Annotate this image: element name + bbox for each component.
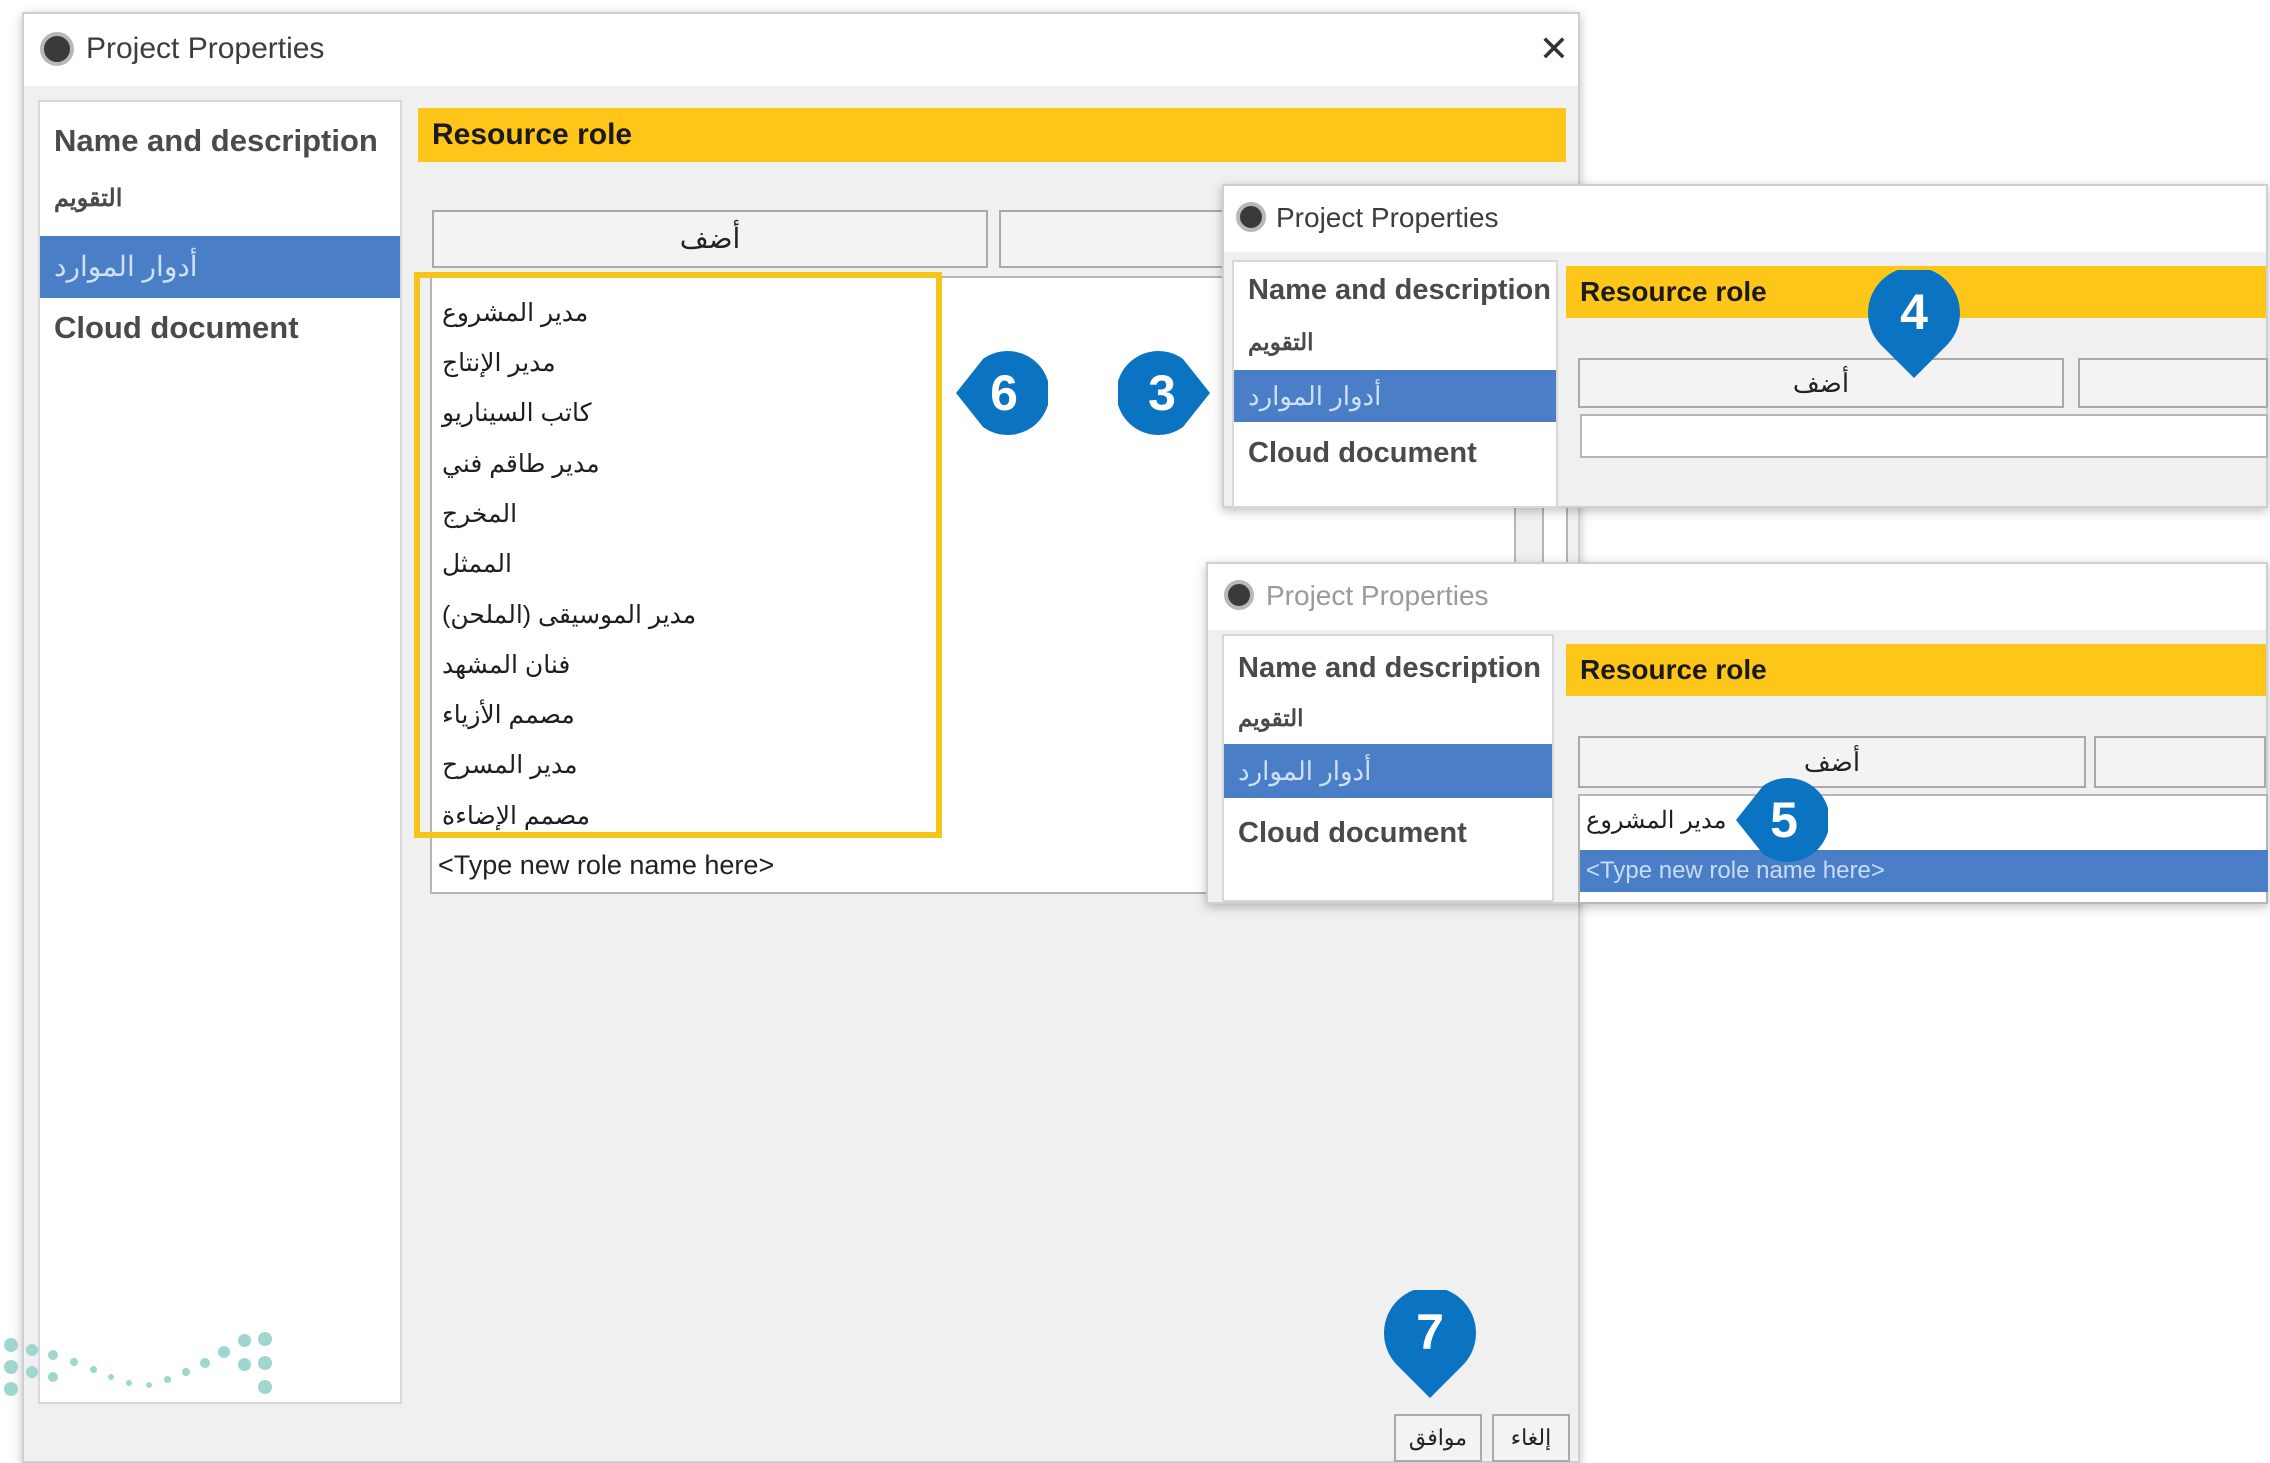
delete-role-button[interactable] — [2094, 736, 2266, 788]
new-role-input[interactable]: <Type new role name here> — [1580, 850, 2268, 892]
inset-nav-panel: Name and description التقويم أدوار الموا… — [1232, 260, 1558, 508]
roles-highlight-box — [414, 272, 942, 838]
resource-role-header: Resource role — [418, 108, 1566, 162]
inset-window-title: Project Properties — [1266, 580, 1489, 611]
step-marker-7: 7 — [1380, 1290, 1480, 1398]
nav-item-calendar[interactable]: التقويم — [1234, 322, 1556, 362]
step-marker-4: 4 — [1864, 270, 1964, 378]
close-icon[interactable]: ✕ — [1532, 28, 1576, 72]
nav-item-name-description[interactable]: Name and description — [1224, 646, 1552, 690]
nav-item-resource-roles[interactable]: أدوار الموارد — [1224, 744, 1552, 798]
inset-title-bar: Project Properties — [1224, 186, 2266, 252]
ok-button[interactable]: موافق — [1394, 1414, 1482, 1462]
cancel-button[interactable]: إلغاء — [1492, 1414, 1570, 1462]
inset-window-title: Project Properties — [1276, 202, 1499, 233]
nav-item-name-description[interactable]: Name and description — [1234, 268, 1556, 312]
app-icon — [1236, 202, 1266, 232]
step-number: 4 — [1900, 284, 1928, 340]
nav-panel: Name and description التقويم أدوار الموا… — [38, 100, 402, 1404]
nav-item-resource-roles[interactable]: أدوار الموارد — [40, 236, 400, 298]
nav-item-cloud-document[interactable]: Cloud document — [40, 298, 400, 358]
resource-role-header: Resource role — [1566, 644, 2266, 696]
nav-item-name-description[interactable]: Name and description — [40, 118, 400, 164]
roles-list[interactable] — [1580, 414, 2268, 458]
window-title: Project Properties — [86, 32, 325, 65]
new-role-input[interactable]: <Type new role name here> — [438, 850, 774, 881]
step-marker-5: 5 — [1728, 770, 1828, 870]
role-item[interactable]: مدير المشروع — [1586, 806, 1726, 835]
add-role-button[interactable]: أضف — [1578, 358, 2064, 408]
inset-title-bar: Project Properties — [1208, 564, 2266, 630]
step-marker-6: 6 — [948, 343, 1048, 443]
logo-dots — [0, 1320, 280, 1420]
roles-list: مدير المشروع <Type new role name here> — [1578, 794, 2268, 904]
app-icon — [1224, 580, 1254, 610]
add-role-button[interactable]: أضف — [432, 210, 988, 268]
nav-item-resource-roles[interactable]: أدوار الموارد — [1234, 370, 1556, 422]
inset-nav-panel: Name and description التقويم أدوار الموا… — [1222, 634, 1554, 902]
delete-role-button[interactable] — [2078, 358, 2268, 408]
inset-dialog-1: Project Properties Name and description … — [1222, 184, 2268, 508]
step-number: 5 — [1770, 792, 1798, 848]
nav-item-cloud-document[interactable]: Cloud document — [1224, 808, 1552, 858]
nav-item-calendar[interactable]: التقويم — [1224, 698, 1552, 738]
nav-item-cloud-document[interactable]: Cloud document — [1234, 428, 1556, 478]
step-number: 6 — [990, 365, 1018, 421]
nav-item-calendar[interactable]: التقويم — [40, 178, 400, 220]
title-bar: Project Properties ✕ — [24, 14, 1578, 86]
step-number: 3 — [1148, 365, 1176, 421]
step-number: 7 — [1416, 1304, 1444, 1360]
app-icon — [40, 32, 74, 66]
step-marker-3: 3 — [1118, 343, 1218, 443]
